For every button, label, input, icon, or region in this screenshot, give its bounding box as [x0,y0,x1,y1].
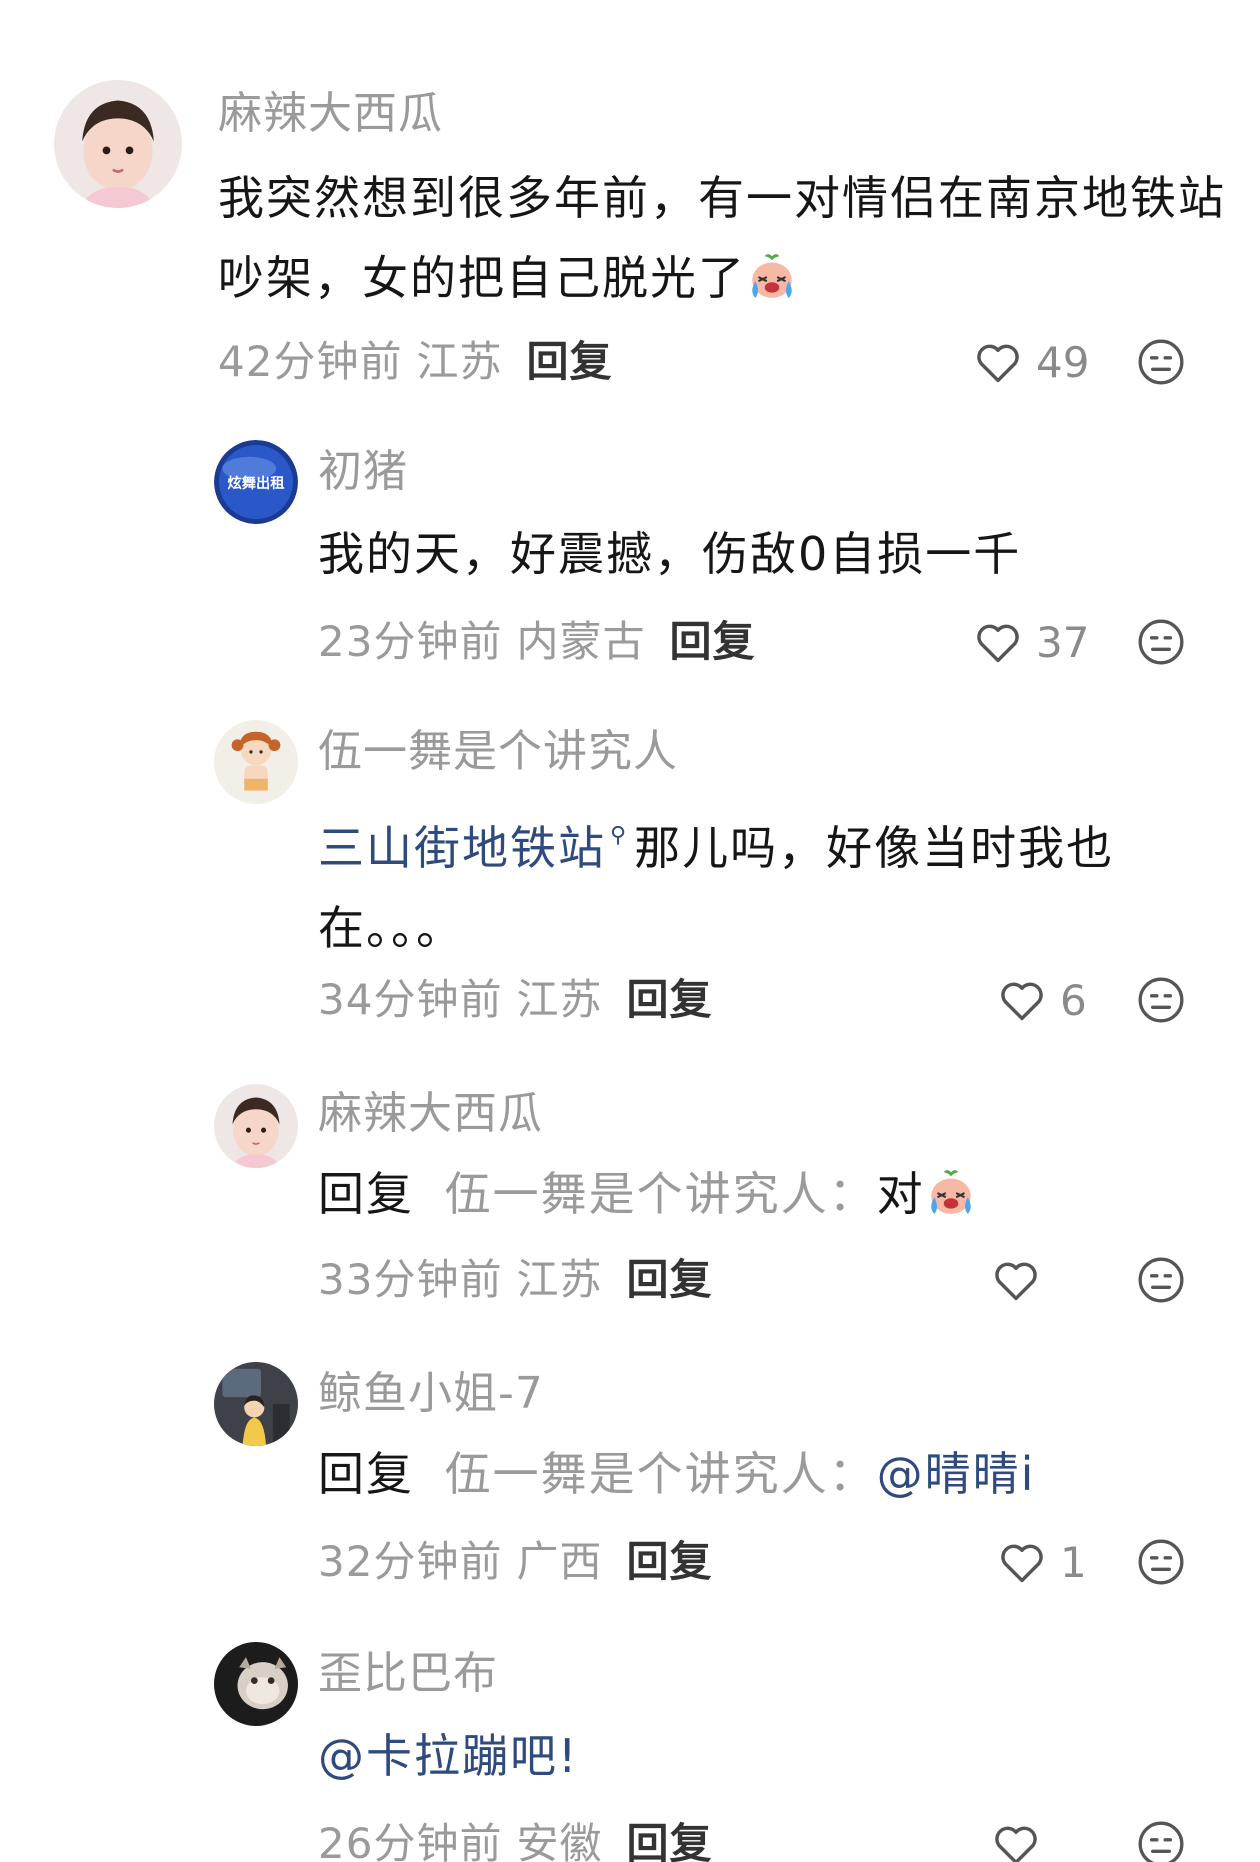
heart-outline-icon [995,1262,1037,1301]
dislike-button[interactable] [1136,1819,1186,1862]
meh-face-icon [1138,1257,1184,1303]
dislike-button[interactable] [1136,1255,1186,1305]
timestamp: 32分钟前 [318,1537,503,1586]
meh-face-icon [1138,1821,1184,1862]
meh-face-icon [1138,339,1184,385]
avatar[interactable]: 炫舞出租 [214,440,298,524]
heart-outline-icon [1001,1544,1043,1583]
comment-meta: 33分钟前 江苏 回复 [318,1252,712,1308]
comment-list: 麻辣大西瓜 我突然想到很多年前，有一对情侣在南京地铁站吵架，女的把自己脱光了 4… [0,0,1260,1862]
dislike-button[interactable] [1136,975,1186,1025]
reply-button[interactable]: 回复 [526,337,612,386]
like-button[interactable] [990,1252,1054,1308]
location: 广西 [516,1537,603,1586]
like-button[interactable]: 49 [972,334,1089,390]
reply-button[interactable]: 回复 [626,1255,712,1304]
comment-item: 麻辣大西瓜 我突然想到很多年前，有一对情侣在南京地铁站吵架，女的把自己脱光了 4… [0,0,1260,387]
avatar[interactable] [214,1084,298,1168]
like-count: 6 [1060,975,1087,1025]
username[interactable]: 麻辣大西瓜 [218,86,443,142]
timestamp: 42分钟前 [218,337,403,386]
like-count: 49 [1036,337,1090,387]
comment-text: @卡拉蹦吧! [318,1716,1198,1796]
reply-prefix: 回复 [318,1167,414,1221]
comment-text-body: 我突然想到很多年前，有一对情侣在南京地铁站吵架，女的把自己脱光了 [218,171,1226,305]
avatar-text: 炫舞出租 [227,474,284,492]
dislike-button[interactable] [1136,337,1186,387]
timestamp: 23分钟前 [318,617,503,666]
location: 江苏 [416,337,503,386]
location: 江苏 [516,1255,603,1304]
username[interactable]: 鲸鱼小姐-7 [318,1366,544,1422]
like-count: 37 [1036,617,1090,667]
meh-face-icon [1138,619,1184,665]
timestamp: 33分钟前 [318,1255,503,1304]
comment-meta: 42分钟前 江苏 回复 [218,334,612,390]
username[interactable]: 初猪 [318,444,408,500]
like-button[interactable]: 6 [996,972,1087,1028]
dislike-button[interactable] [1136,617,1186,667]
like-button[interactable] [990,1816,1054,1862]
location: 内蒙古 [516,617,646,666]
avatar[interactable] [214,1362,298,1446]
mention-link[interactable]: @卡拉蹦吧! [318,1729,578,1783]
reply-prefix: 回复 [318,1447,414,1501]
comment-meta: 26分钟前 安徽 回复 [318,1816,712,1862]
username[interactable]: 歪比巴布 [318,1646,498,1702]
dislike-button[interactable] [1136,1537,1186,1587]
comment-text: 我突然想到很多年前，有一对情侣在南京地铁站吵架，女的把自己脱光了 [218,158,1228,318]
reply-button[interactable]: 回复 [626,1819,712,1862]
meh-face-icon [1138,1539,1184,1585]
crying-laughing-emoji-icon [746,250,798,302]
username[interactable]: 伍一舞是个讲究人 [318,724,678,780]
avatar[interactable] [214,720,298,804]
comment-meta: 23分钟前 内蒙古 回复 [318,614,755,670]
comment-text: 我的天，好震撼，伤敌0自损一千 [318,527,1022,581]
comment-text: 回复 伍一舞是个讲究人：@晴晴i [318,1434,1198,1514]
heart-outline-icon [1001,982,1043,1021]
reply-target[interactable]: 伍一舞是个讲究人： [445,1447,877,1501]
username[interactable]: 麻辣大西瓜 [318,1086,543,1142]
heart-outline-icon [977,344,1019,383]
reply-button[interactable]: 回复 [626,975,712,1024]
comment-meta: 32分钟前 广西 回复 [318,1534,712,1590]
avatar[interactable] [54,80,182,208]
reply-button[interactable]: 回复 [626,1537,712,1586]
comment-text-body: 在。。。 [318,901,464,955]
crying-laughing-emoji-icon [925,1166,977,1218]
timestamp: 34分钟前 [318,975,503,1024]
like-count: 1 [1060,1537,1087,1587]
comment-text: 三山街地铁站 ⚲ 那儿吗，好像当时我也在。。。 [318,796,1198,968]
heart-outline-icon [977,624,1019,663]
search-link[interactable]: 三山街地铁站 [318,821,606,875]
reply-button[interactable]: 回复 [669,617,755,666]
meh-face-icon [1138,977,1184,1023]
avatar[interactable] [214,1642,298,1726]
mention-link[interactable]: @晴晴i [877,1447,1036,1501]
comment-meta: 34分钟前 江苏 回复 [318,972,712,1028]
location: 江苏 [516,975,603,1024]
comment-text-body: 对 [876,1167,925,1221]
heart-outline-icon [995,1826,1037,1862]
reply-target[interactable]: 伍一舞是个讲究人： [445,1167,877,1221]
search-icon[interactable]: ⚲ [610,796,628,876]
like-button[interactable]: 37 [972,614,1089,670]
like-button[interactable]: 1 [996,1534,1087,1590]
comment-text-body: 那儿吗，好像当时我也 [634,821,1115,875]
location: 安徽 [516,1819,603,1862]
comment-text: 回复 伍一舞是个讲究人：对 [318,1154,1198,1234]
timestamp: 26分钟前 [318,1819,503,1862]
